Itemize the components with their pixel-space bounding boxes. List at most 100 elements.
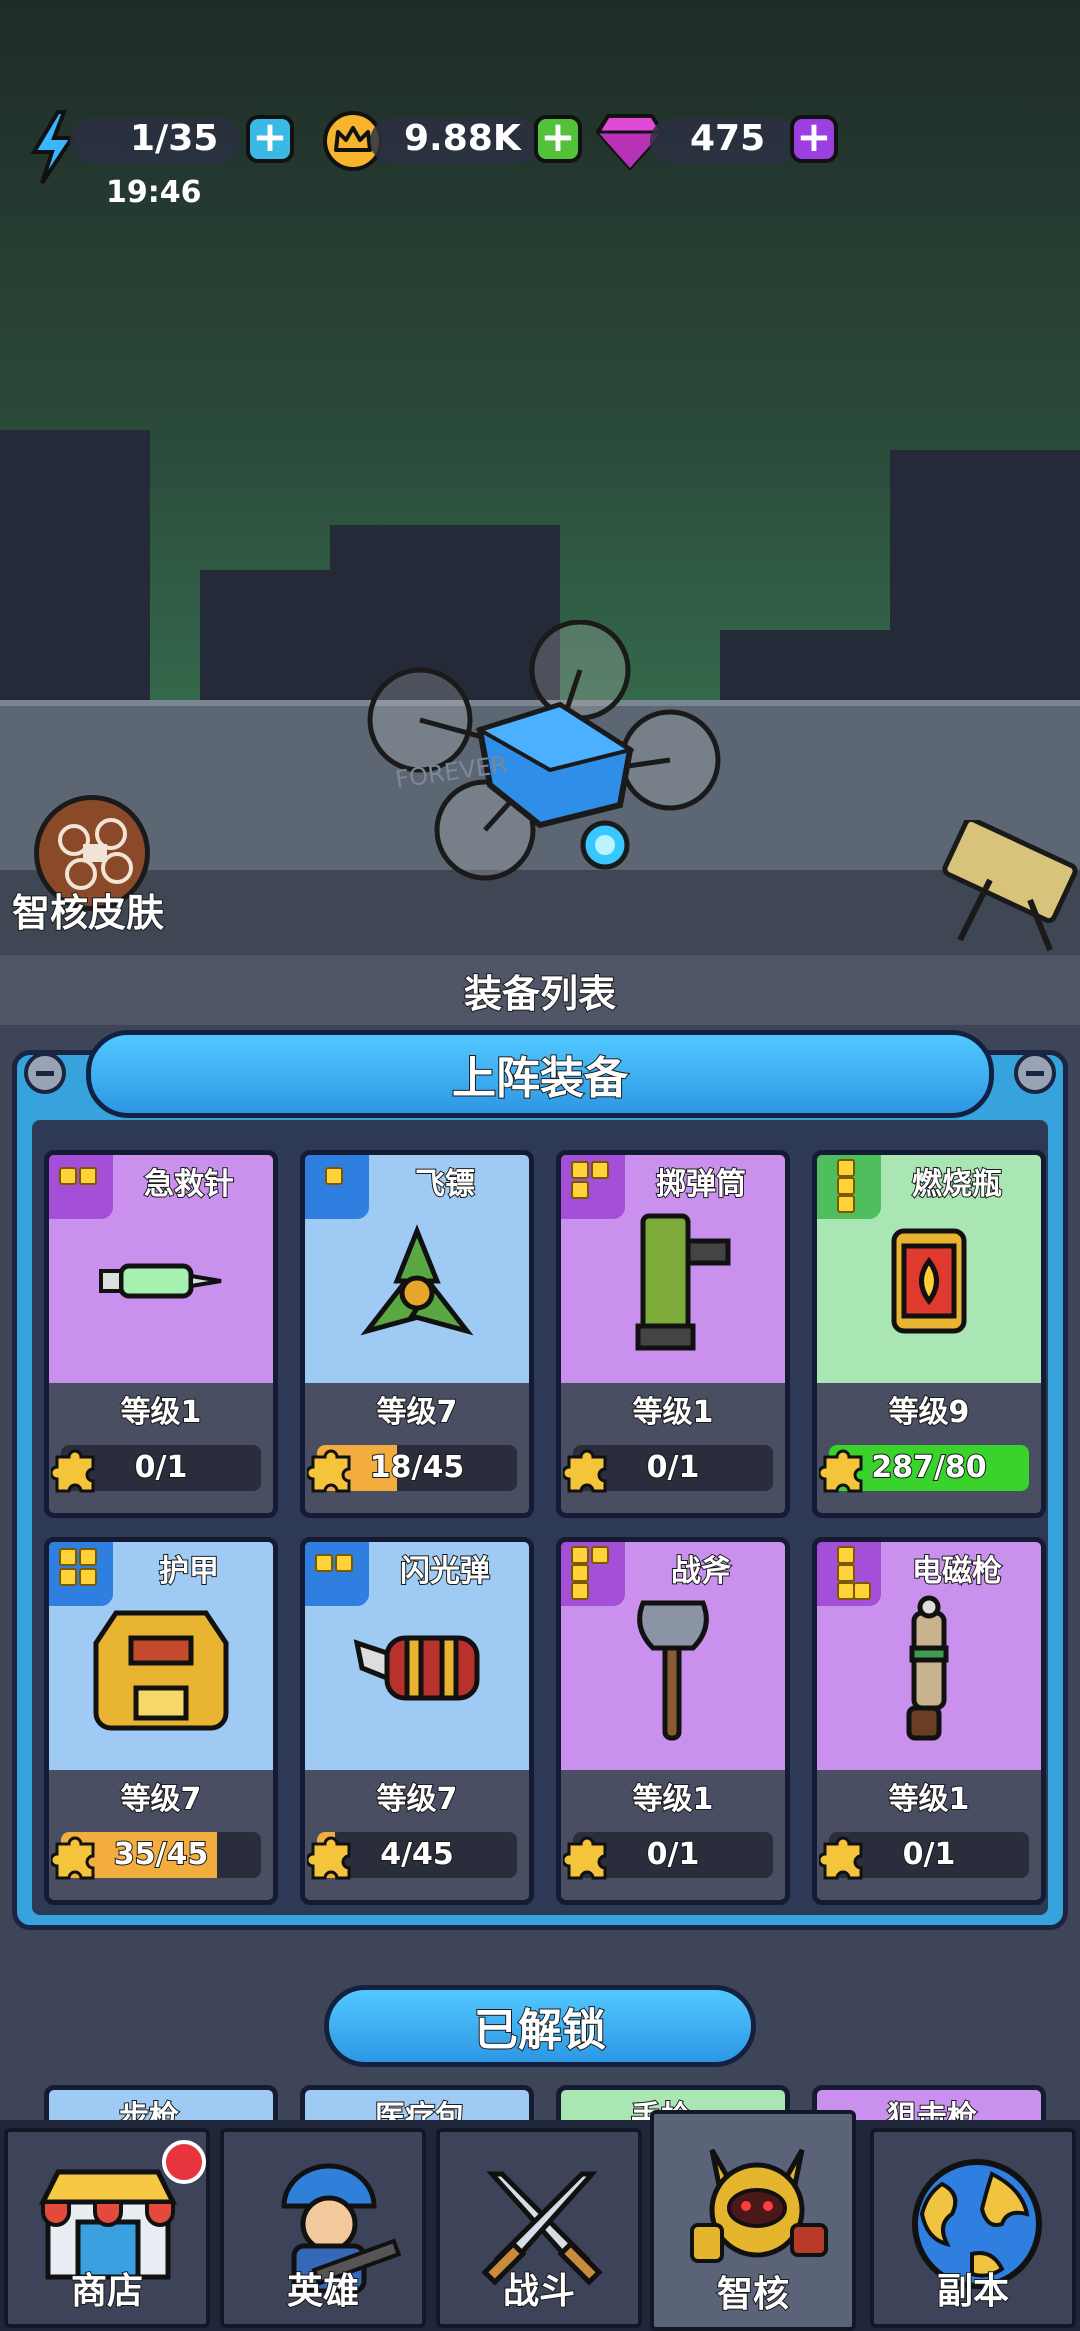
equipment-card[interactable]: 闪光弹 等级7 4/45 <box>300 1537 534 1905</box>
card-name: 急救针 <box>143 1166 235 1203</box>
equipment-card[interactable]: 战斧 等级1 0/1 <box>556 1537 790 1905</box>
card-top: 战斧 <box>561 1542 785 1770</box>
card-bottom: 等级1 0/1 <box>561 1770 785 1900</box>
puzzle-piece-icon <box>51 1836 95 1880</box>
card-level: 等级1 <box>888 1781 971 1818</box>
card-top: 急救针 <box>49 1155 273 1383</box>
unlocked-label: 已解锁 <box>473 2004 607 2057</box>
card-top: 护甲 <box>49 1542 273 1770</box>
card-level: 等级7 <box>376 1781 459 1818</box>
nav-core[interactable]: 智核 <box>650 2110 856 2331</box>
item-art <box>347 1623 487 1717</box>
card-name: 闪光弹 <box>399 1553 491 1590</box>
card-name: 战斧 <box>670 1553 732 1590</box>
puzzle-piece-icon <box>51 1449 95 1493</box>
card-top: 电磁枪 <box>817 1542 1041 1770</box>
nav-hero-label: 英雄 <box>286 2270 360 2313</box>
slot-pip <box>571 1161 589 1179</box>
core-robot-icon <box>690 2148 828 2263</box>
puzzle-piece-icon <box>563 1836 607 1880</box>
plus-icon: + <box>252 112 288 161</box>
card-name: 护甲 <box>158 1553 220 1590</box>
energy-count: 1/35 <box>130 118 219 159</box>
slot-pip <box>571 1181 589 1199</box>
slot-pip <box>591 1161 609 1179</box>
card-bottom: 等级9 287/80 <box>817 1383 1041 1513</box>
slot-pip <box>837 1564 855 1582</box>
railgun-icon <box>906 1595 949 1741</box>
unlocked-button[interactable]: 已解锁 <box>324 1985 756 2067</box>
equipment-list-title: 装备列表 <box>0 955 1080 1025</box>
card-level: 等级1 <box>632 1781 715 1818</box>
nav-dungeon-label: 副本 <box>936 2270 1010 2313</box>
slot-pip <box>837 1546 855 1564</box>
bolt-icon <box>1014 1052 1056 1094</box>
card-bottom: 等级1 0/1 <box>561 1383 785 1513</box>
nav-shop-label: 商店 <box>70 2270 144 2313</box>
syringe-icon <box>99 1263 222 1299</box>
slot-pip <box>571 1582 589 1600</box>
slot-size-icon <box>49 1155 113 1219</box>
card-level: 等级1 <box>120 1394 203 1431</box>
slot-pip <box>59 1568 77 1586</box>
puzzle-piece-icon <box>307 1836 351 1880</box>
slot-pip <box>591 1546 609 1564</box>
nav-battle-label: 战斗 <box>502 2270 576 2313</box>
card-top: 闪光弹 <box>305 1542 529 1770</box>
equipped-banner: 上阵装备 <box>86 1030 994 1118</box>
puzzle-piece-icon <box>307 1449 351 1493</box>
plus-icon: + <box>540 112 576 161</box>
bolt-icon <box>24 1052 66 1094</box>
slot-size-icon <box>817 1542 881 1606</box>
nav-hero[interactable]: 英雄 <box>220 2128 426 2328</box>
item-art <box>96 1251 226 1315</box>
gem-count: 475 <box>690 118 766 159</box>
card-name: 电磁枪 <box>911 1553 1003 1590</box>
item-art <box>884 1221 974 1345</box>
equipment-card[interactable]: 飞镖 等级7 18/45 <box>300 1150 534 1518</box>
nav-battle[interactable]: 战斗 <box>436 2128 642 2328</box>
card-top: 飞镖 <box>305 1155 529 1383</box>
item-art <box>613 1206 733 1360</box>
slot-pip <box>571 1564 589 1582</box>
slot-size-icon <box>305 1155 369 1219</box>
plus-icon: + <box>796 112 832 161</box>
card-level: 等级7 <box>376 1394 459 1431</box>
equipment-card[interactable]: 急救针 等级1 0/1 <box>44 1150 278 1518</box>
coin-count: 9.88K <box>404 118 521 159</box>
item-art <box>347 1221 487 1345</box>
puzzle-piece-icon <box>563 1449 607 1493</box>
equipment-card[interactable]: 护甲 等级7 35/45 <box>44 1537 278 1905</box>
slot-pip <box>315 1554 333 1572</box>
equipment-card[interactable]: 电磁枪 等级1 0/1 <box>812 1537 1046 1905</box>
armor-icon <box>93 1610 229 1731</box>
slot-size-icon <box>561 1542 625 1606</box>
slot-pip <box>325 1167 343 1185</box>
card-name: 燃烧瓶 <box>911 1166 1003 1203</box>
slot-pip <box>79 1568 97 1586</box>
item-art <box>86 1593 236 1747</box>
building <box>890 450 1080 730</box>
core-skin-label[interactable]: 智核皮肤 <box>11 882 165 937</box>
nav-core-label: 智核 <box>716 2273 790 2316</box>
slot-pip <box>59 1167 77 1185</box>
add-coins-button[interactable]: + <box>534 115 582 163</box>
card-bottom: 等级7 4/45 <box>305 1770 529 1900</box>
slot-pip <box>837 1177 855 1195</box>
equipment-card[interactable]: 掷弹筒 等级1 0/1 <box>556 1150 790 1518</box>
nav-dungeon[interactable]: 副本 <box>870 2128 1076 2328</box>
add-energy-button[interactable]: + <box>246 115 294 163</box>
slot-size-icon <box>305 1542 369 1606</box>
molotov-icon <box>891 1228 967 1334</box>
puzzle-piece-icon <box>819 1836 863 1880</box>
add-gems-button[interactable]: + <box>790 115 838 163</box>
card-name: 掷弹筒 <box>655 1166 747 1203</box>
flashbang-icon <box>353 1635 480 1701</box>
barrier-icon <box>942 820 1078 952</box>
slot-pip <box>79 1548 97 1566</box>
card-name: 飞镖 <box>414 1166 476 1203</box>
energy-timer: 19:46 <box>106 175 202 210</box>
equipment-card[interactable]: 燃烧瓶 等级9 287/80 <box>812 1150 1046 1518</box>
building <box>0 430 150 730</box>
slot-pip <box>571 1546 589 1564</box>
